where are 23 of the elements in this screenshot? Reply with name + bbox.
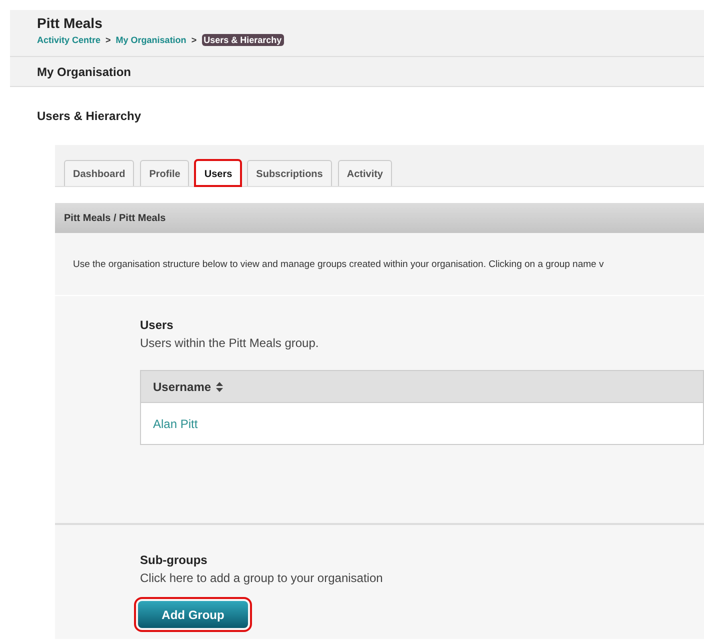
users-description: Users within the Pitt Meals group. — [140, 336, 319, 350]
panel-title: Pitt Meals / Pitt Meals — [64, 212, 166, 224]
description-text: Use the organisation structure below to view and manage groups created within your organisation. Clicking on a group name v — [73, 258, 604, 270]
subgroups-heading: Sub-groups — [140, 553, 208, 567]
page-heading: Pitt Meals — [37, 15, 102, 31]
add-group-button[interactable]: Add Group — [138, 601, 248, 628]
section-title: My Organisation — [37, 64, 132, 78]
breadcrumb-link[interactable]: Users & Hierarchy — [202, 34, 284, 46]
page-title: Users & Hierarchy — [37, 109, 142, 123]
users-heading: Users — [140, 318, 174, 332]
subgroups-description: Click here to add a group to your organisation — [140, 571, 383, 585]
tab[interactable]: Activity — [338, 160, 392, 186]
breadcrumb-separator: > — [191, 35, 197, 45]
column-header[interactable]: Username — [153, 380, 212, 394]
tab[interactable]: Profile — [140, 160, 190, 186]
tab[interactable]: Users — [195, 160, 242, 186]
tab[interactable]: Dashboard — [64, 160, 134, 186]
username-link[interactable]: Alan Pitt — [153, 416, 198, 430]
breadcrumb-link[interactable]: My Organisation — [116, 35, 186, 45]
breadcrumb-separator: > — [106, 35, 111, 45]
tab[interactable]: Subscriptions — [247, 160, 332, 186]
breadcrumb-link[interactable]: Activity Centre — [37, 35, 101, 45]
sort-icon[interactable] — [216, 382, 224, 392]
